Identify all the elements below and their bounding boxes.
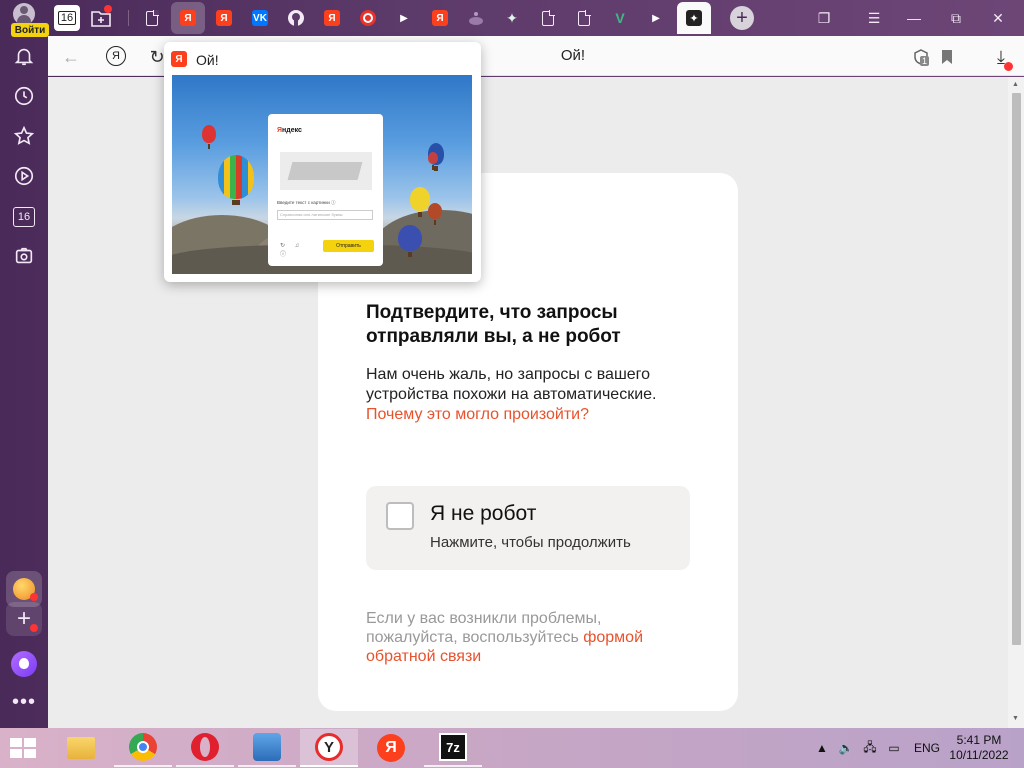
tab-yandex[interactable]: Я [423, 2, 457, 34]
notification-dot [30, 593, 38, 601]
github-icon [288, 10, 304, 26]
home-tabs-icon[interactable]: 16 [54, 5, 80, 31]
tab-document[interactable] [567, 2, 601, 34]
menu-icon[interactable]: ☰ [860, 4, 888, 32]
vue-icon: V [615, 10, 625, 26]
login-button[interactable]: Войти [11, 23, 49, 37]
windows-start-icon[interactable] [10, 738, 36, 758]
captcha-description: Нам очень жаль, но запросы с вашего устр… [366, 366, 657, 423]
opera-icon[interactable] [176, 729, 234, 767]
close-icon[interactable]: ✕ [984, 4, 1012, 32]
browser-sidebar: Войти 16 + ••• [0, 0, 49, 728]
scroll-thumb[interactable] [1012, 93, 1021, 645]
preview-thumbnail: Яндекс Введите текст с картинки ⓘ Справо… [172, 75, 472, 274]
minimize-icon[interactable]: — [900, 4, 928, 32]
yandex-browser-icon[interactable]: Y [300, 729, 358, 767]
yandex-icon: Я [324, 10, 340, 26]
more-icon[interactable]: ••• [10, 692, 38, 712]
yandex-icon: Я [171, 51, 187, 67]
play-icon: ▶ [652, 12, 660, 24]
mini-captcha-image [280, 152, 372, 190]
tab-document[interactable] [531, 2, 565, 34]
cauldron-icon [469, 12, 483, 25]
power-icon[interactable]: ▭ [886, 740, 902, 756]
tab-vk[interactable]: VK [243, 2, 277, 34]
tab-strip: 16 Я Я VK Я ▶ Я ✦ V ▶ ✦ + ❐ ☰ — ⧉ ✕ [48, 0, 1024, 36]
new-tab-button[interactable]: + [730, 6, 754, 30]
yandex-app-icon[interactable]: Я [362, 729, 420, 767]
clock[interactable]: 5:41 PM 10/11/2022 [946, 733, 1012, 763]
volume-muted-icon[interactable]: 🔈 [838, 740, 854, 756]
yandex-icon: Я [216, 10, 232, 26]
browser-window: Войти 16 + ••• 16 Я Я VK Я ▶ Я ✦ V ▶ ✦ +… [0, 0, 1024, 728]
preview-mini-captcha: Яндекс Введите текст с картинки ⓘ Справо… [268, 114, 383, 266]
profile-button[interactable]: Войти [6, 3, 49, 37]
document-icon [542, 9, 555, 26]
tabs-menu-icon[interactable]: ❐ [810, 4, 838, 32]
shield-badge: 1 [920, 56, 930, 66]
vk-icon: VK [252, 10, 268, 26]
vertical-scrollbar[interactable]: ▲ ▼ [1008, 77, 1024, 728]
alice-assistant-icon[interactable] [11, 651, 37, 677]
download-icon[interactable]: ⤓ [988, 44, 1014, 71]
tab-custom[interactable] [459, 2, 493, 34]
control-panel-icon[interactable] [238, 729, 296, 767]
scroll-down-icon[interactable]: ▼ [1012, 715, 1019, 722]
play-circle-icon[interactable] [8, 160, 40, 192]
avatar [13, 3, 35, 25]
sparkle-icon: ✦ [686, 10, 702, 26]
why-link[interactable]: Почему это могло произойти? [366, 406, 589, 423]
file-explorer-icon[interactable] [52, 729, 110, 767]
sparkle-icon: ✦ [506, 9, 518, 26]
play-icon: ▶ [400, 12, 408, 24]
tab-yandex-captcha[interactable]: Я [171, 2, 205, 34]
tab-active[interactable]: ✦ [677, 2, 711, 34]
not-robot-button[interactable]: Я не робот Нажмите, чтобы продолжить [366, 486, 690, 570]
7zip-icon[interactable]: 7z [424, 729, 482, 767]
tab-preview-popup: Я Ой! Яндекс Введите текст с картинки ⓘ … [164, 42, 481, 282]
page-title: Ой! [560, 47, 586, 64]
tab-radio[interactable] [351, 2, 385, 34]
chrome-icon[interactable] [114, 729, 172, 767]
circle-arrow-icon [360, 10, 376, 26]
captcha-heading: Подтвердите, что запросы отправляли вы, … [366, 302, 621, 347]
tab-document[interactable] [135, 2, 169, 34]
tabs-count-icon[interactable]: 16 [13, 207, 35, 227]
tab-yandex[interactable]: Я [315, 2, 349, 34]
yandex-icon: Я [432, 10, 448, 26]
problem-text: Если у вас возникли проблемы, пожалуйста… [366, 610, 644, 665]
tab-yandex[interactable]: Я [207, 2, 241, 34]
tab-player[interactable]: ▶ [639, 2, 673, 34]
protect-shield-icon[interactable]: 1 [908, 44, 934, 70]
robot-checkbox-title: Я не робот [430, 502, 537, 525]
language-indicator[interactable]: ENG [914, 741, 940, 755]
star-icon[interactable] [8, 120, 40, 152]
notification-dot [1004, 62, 1013, 71]
windows-taskbar: Y Я 7z ▲ 🔈 🖧 ▭ ENG 5:41 PM 10/11/2022 [0, 728, 1024, 768]
tab-bookmark-add[interactable] [84, 2, 118, 34]
scroll-up-icon[interactable]: ▲ [1012, 81, 1019, 88]
restore-icon[interactable]: ⧉ [942, 4, 970, 32]
network-icon[interactable]: 🖧 [862, 740, 878, 756]
tray-chevron-icon[interactable]: ▲ [814, 740, 830, 756]
bookmark-icon[interactable] [934, 44, 960, 70]
bell-icon[interactable] [8, 40, 40, 72]
robot-checkbox-subtitle: Нажмите, чтобы продолжить [430, 534, 631, 551]
document-icon [578, 9, 591, 26]
preview-title: Ой! [196, 52, 219, 68]
tab-github[interactable] [279, 2, 313, 34]
tab-player[interactable]: ▶ [387, 2, 421, 34]
robot-checkbox[interactable] [386, 502, 414, 530]
tab-sparkle[interactable]: ✦ [495, 2, 529, 34]
notification-dot [104, 5, 112, 13]
yandex-home-icon[interactable]: Я [106, 46, 126, 66]
notification-dot [30, 624, 38, 632]
tab-vue[interactable]: V [603, 2, 637, 34]
screenshot-icon[interactable] [8, 240, 40, 272]
history-icon[interactable] [8, 80, 40, 112]
yandex-icon: Я [180, 10, 196, 26]
add-panel-icon[interactable]: + [6, 602, 42, 636]
back-arrow-icon[interactable]: ← [58, 44, 84, 70]
document-icon [146, 9, 159, 26]
